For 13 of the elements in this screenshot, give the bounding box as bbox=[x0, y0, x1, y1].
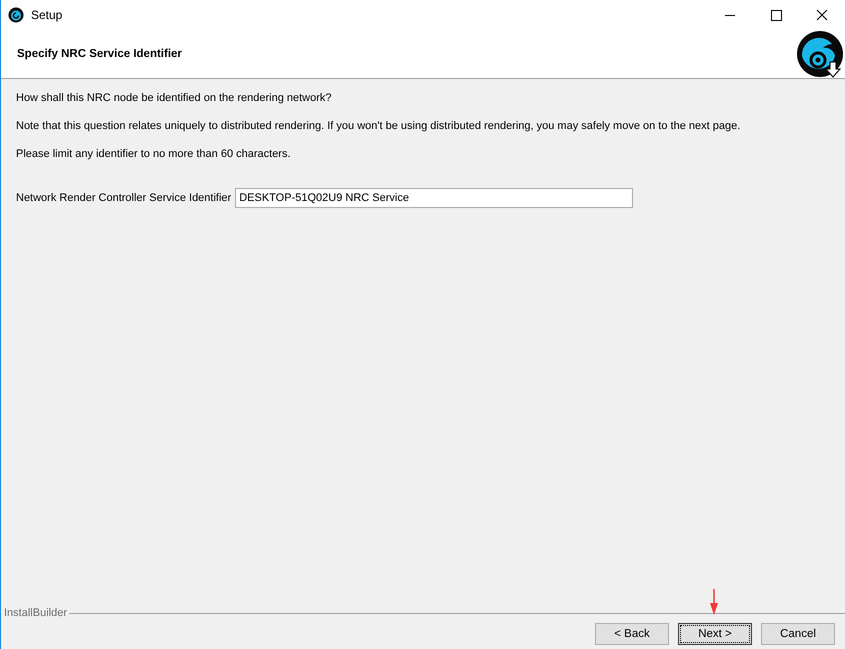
input-field[interactable]: DESKTOP-51Q02U9 NRC Service bbox=[235, 188, 634, 208]
dialog-button[interactable]: Cancel bbox=[761, 623, 835, 645]
window-title: Setup bbox=[31, 8, 62, 22]
app-icon bbox=[8, 7, 24, 23]
pointer-arrow-icon bbox=[709, 589, 719, 615]
paragraph: How shall this NRC node be identified on the rendering network? bbox=[16, 91, 333, 105]
dialog-button[interactable]: Next > bbox=[678, 623, 752, 645]
dialog-button[interactable]: < Back bbox=[595, 623, 669, 645]
page-title: Specify NRC Service Identifier bbox=[17, 48, 182, 60]
field-label: Network Render Controller Service Identifier bbox=[16, 192, 232, 204]
paragraph: Please limit any identifier to no more than 60 characters. bbox=[16, 147, 292, 161]
brand-label: InstallBuilder bbox=[4, 607, 67, 619]
paragraph: Note that this question relates uniquely to distributed rendering. If you won't be using distributed rendering, you may safely move on to the next page. bbox=[16, 119, 742, 133]
